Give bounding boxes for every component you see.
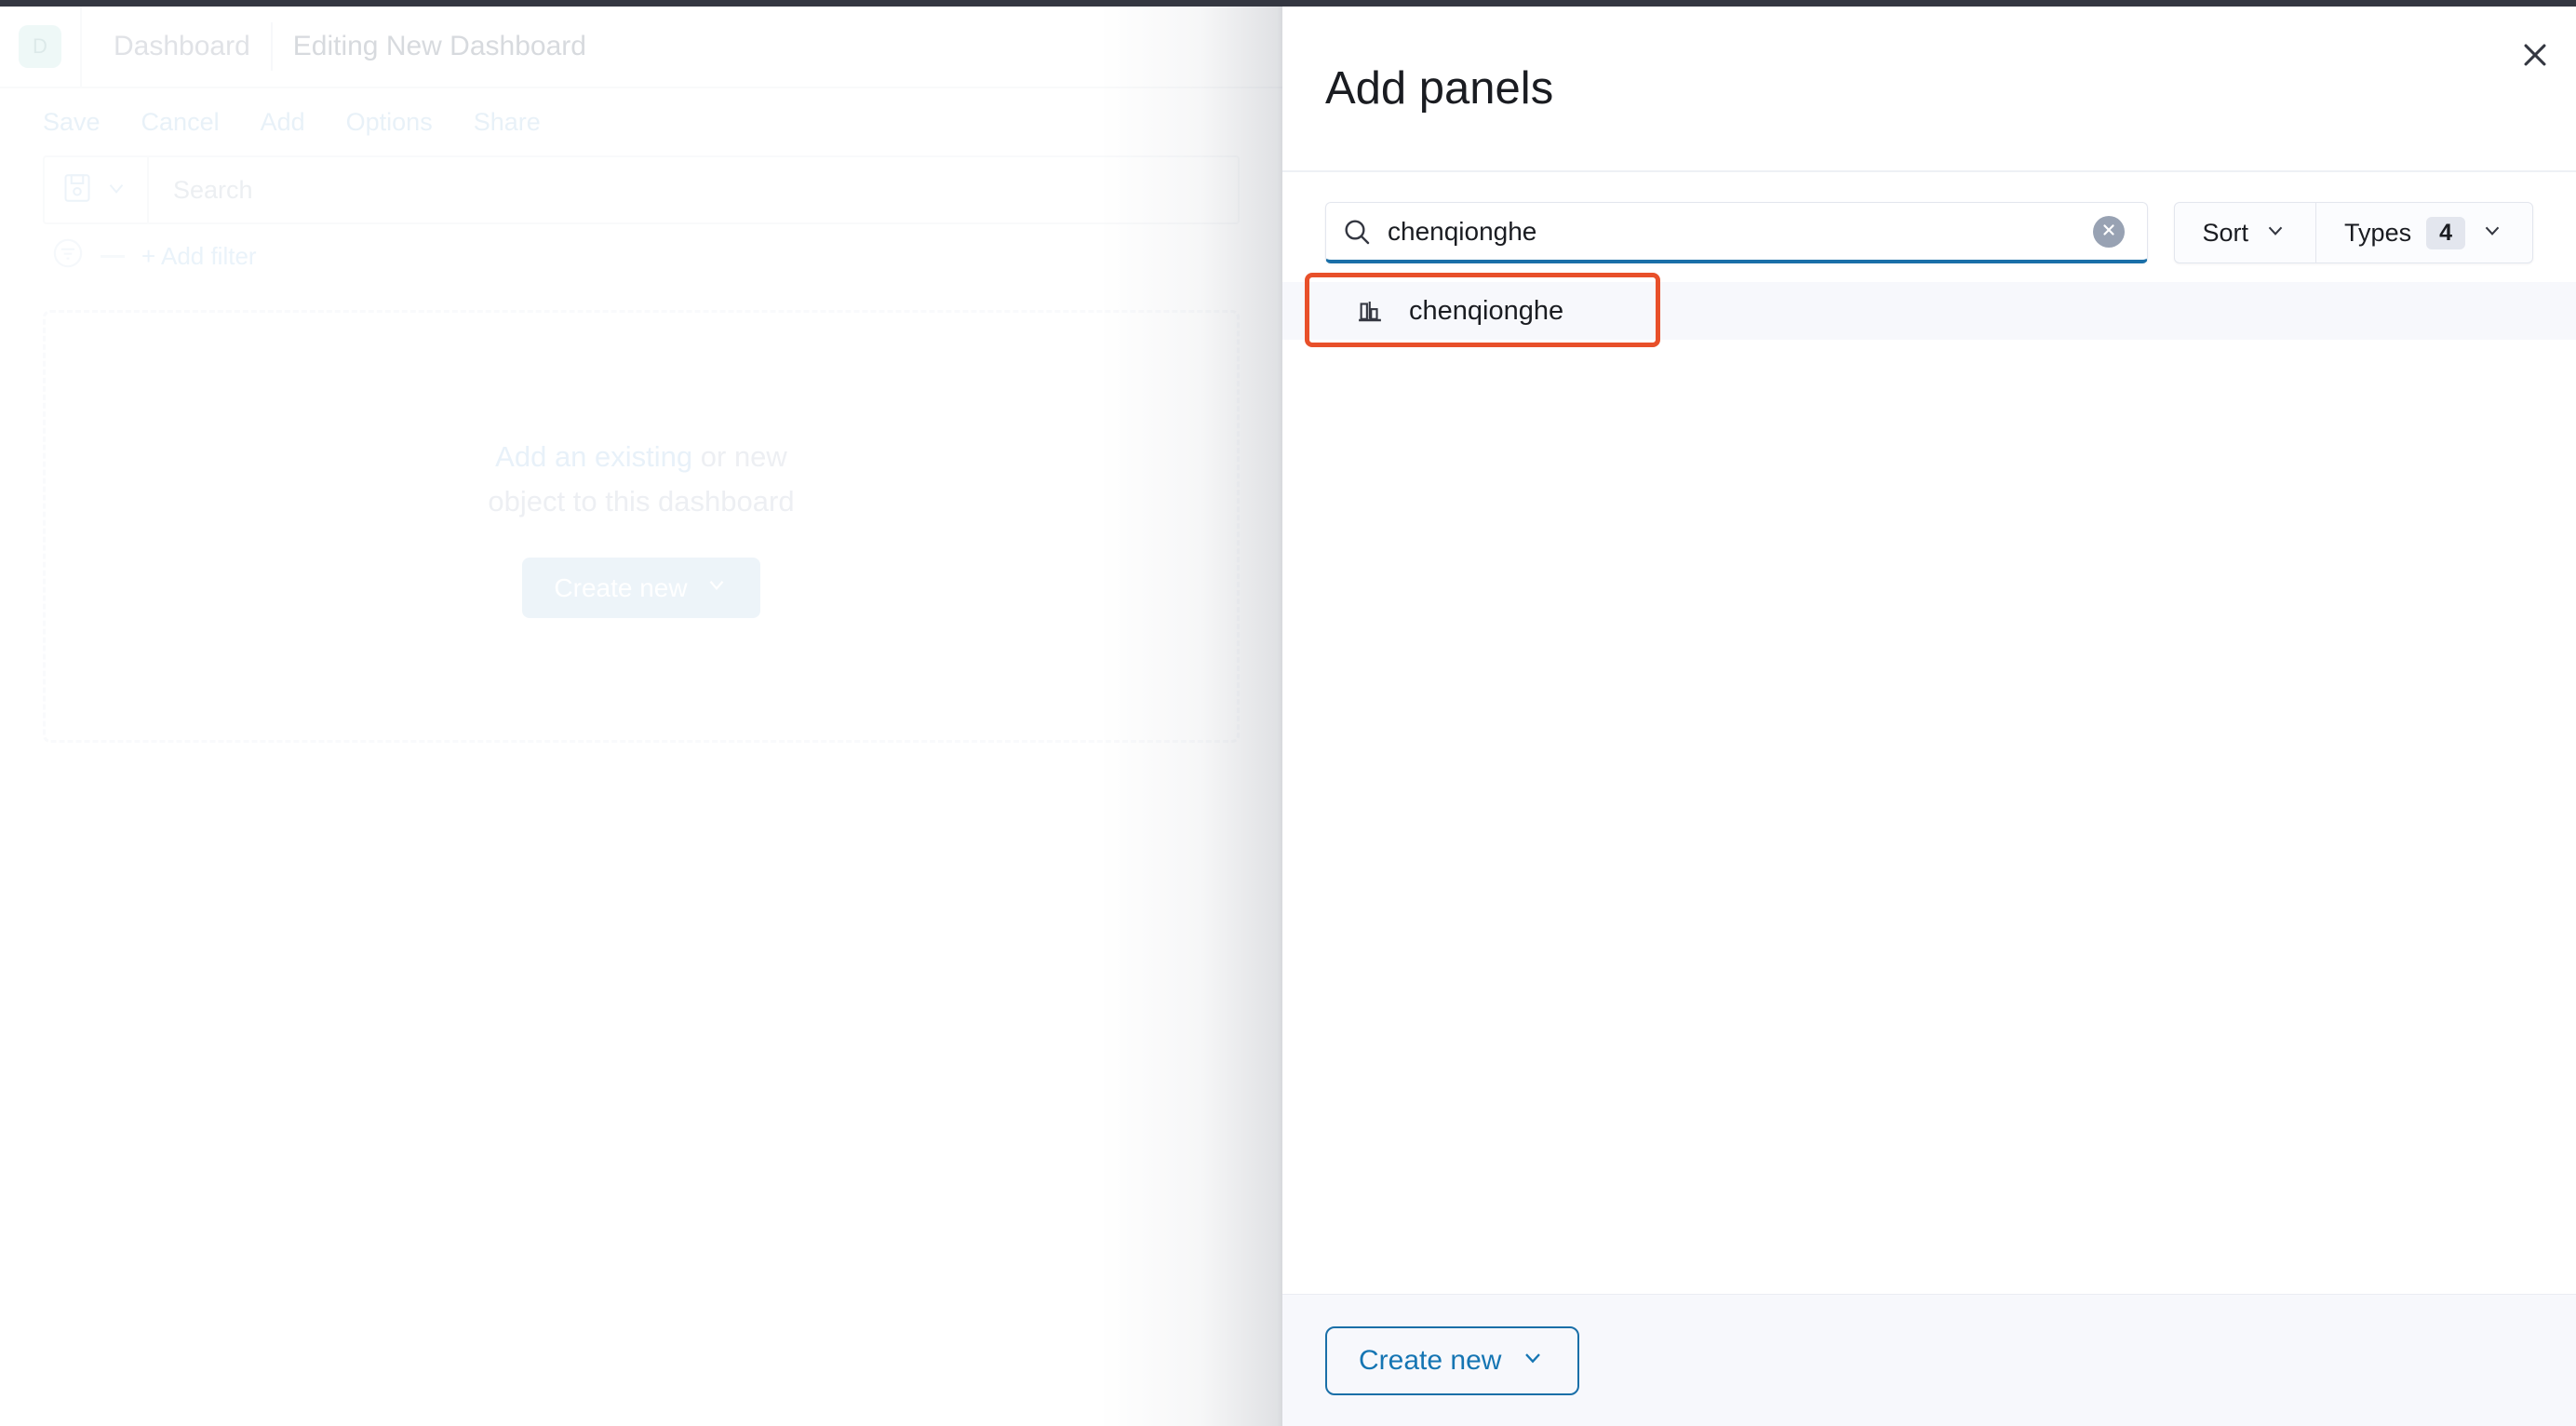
chevron-down-icon [1520, 1344, 1546, 1378]
empty-dashboard-dropzone: Add an existing or new object to this da… [43, 310, 1240, 743]
toolbar-save[interactable]: Save [43, 108, 101, 137]
dropzone-add-existing-link[interactable]: Add an existing [495, 440, 692, 473]
chevron-down-icon [104, 176, 128, 205]
sort-label: Sort [2202, 218, 2249, 247]
add-panels-flyout: Add panels chenqionghe Sort Types 4 chen… [1282, 7, 2576, 1426]
search-and-filters-row: chenqionghe Sort Types 4 [1282, 202, 2576, 263]
dropzone-line-2: object to this dashboard [488, 485, 795, 518]
avatar: D [19, 25, 61, 68]
sort-button[interactable]: Sort [2175, 203, 2316, 262]
saved-query-button[interactable] [45, 157, 149, 222]
app-root: D Dashboard Editing New Dashboard Save C… [0, 0, 2576, 1426]
chevron-down-icon [2263, 218, 2288, 249]
close-icon [2519, 39, 2551, 74]
breadcrumb-item-dashboard[interactable]: Dashboard [114, 31, 271, 62]
clear-search-button[interactable] [2092, 215, 2125, 248]
background-dashboard-app: D Dashboard Editing New Dashboard Save C… [0, 7, 1282, 1426]
breadcrumb-item-editing[interactable]: Editing New Dashboard [273, 31, 607, 62]
bar-chart-icon [1351, 297, 1389, 325]
dropzone-create-new-button[interactable]: Create new [522, 558, 760, 619]
saved-query-icon [63, 172, 91, 209]
add-filter-button[interactable]: + Add filter [141, 242, 257, 271]
background-search-row: Search [43, 155, 1240, 224]
toolbar-add[interactable]: Add [261, 108, 305, 137]
search-field-wrapper[interactable]: chenqionghe [1325, 202, 2148, 263]
dropzone-create-new-label: Create new [554, 572, 688, 602]
filter-button-group: Sort Types 4 [2173, 202, 2533, 263]
search-icon [1326, 217, 1388, 247]
filter-icon[interactable] [52, 237, 84, 276]
background-toolbar: Save Cancel Add Options Share [0, 88, 1282, 155]
flyout-body: chenqionghe Sort Types 4 chenqionghe [1282, 172, 2576, 1294]
create-new-button[interactable]: Create new [1325, 1325, 1580, 1395]
dropzone-line-1-rest: or new [692, 439, 787, 473]
breadcrumb: Dashboard Editing New Dashboard [82, 22, 607, 71]
search-input[interactable]: chenqionghe [1388, 217, 2093, 247]
types-button[interactable]: Types 4 [2316, 203, 2532, 262]
dropzone-line-1: Add an existing or new [495, 435, 787, 479]
toolbar-cancel[interactable]: Cancel [141, 108, 220, 137]
close-button[interactable] [2509, 30, 2561, 82]
chevron-down-icon [704, 572, 729, 603]
list-item-label: chenqionghe [1409, 295, 1564, 326]
types-count-badge: 4 [2426, 216, 2465, 249]
toolbar-share[interactable]: Share [474, 108, 541, 137]
page-title: Add panels [1325, 62, 1554, 114]
flyout-header: Add panels [1282, 7, 2576, 172]
search-results-list: chenqionghe [1282, 273, 2576, 347]
create-new-label: Create new [1359, 1344, 1502, 1376]
background-filter-bar: + Add filter [0, 224, 1282, 288]
list-item[interactable]: chenqionghe [1282, 282, 2576, 340]
types-label: Types [2344, 218, 2412, 247]
chevron-down-icon [2480, 218, 2504, 249]
top-chrome-strip [0, 0, 2576, 7]
filter-divider [101, 254, 125, 258]
toolbar-options[interactable]: Options [346, 108, 433, 137]
flyout-footer: Create new [1282, 1294, 2576, 1426]
background-search-input[interactable]: Search [149, 157, 1238, 222]
avatar-cell[interactable]: D [0, 7, 82, 87]
clear-icon [2100, 222, 2117, 241]
background-header: D Dashboard Editing New Dashboard [0, 7, 1282, 88]
